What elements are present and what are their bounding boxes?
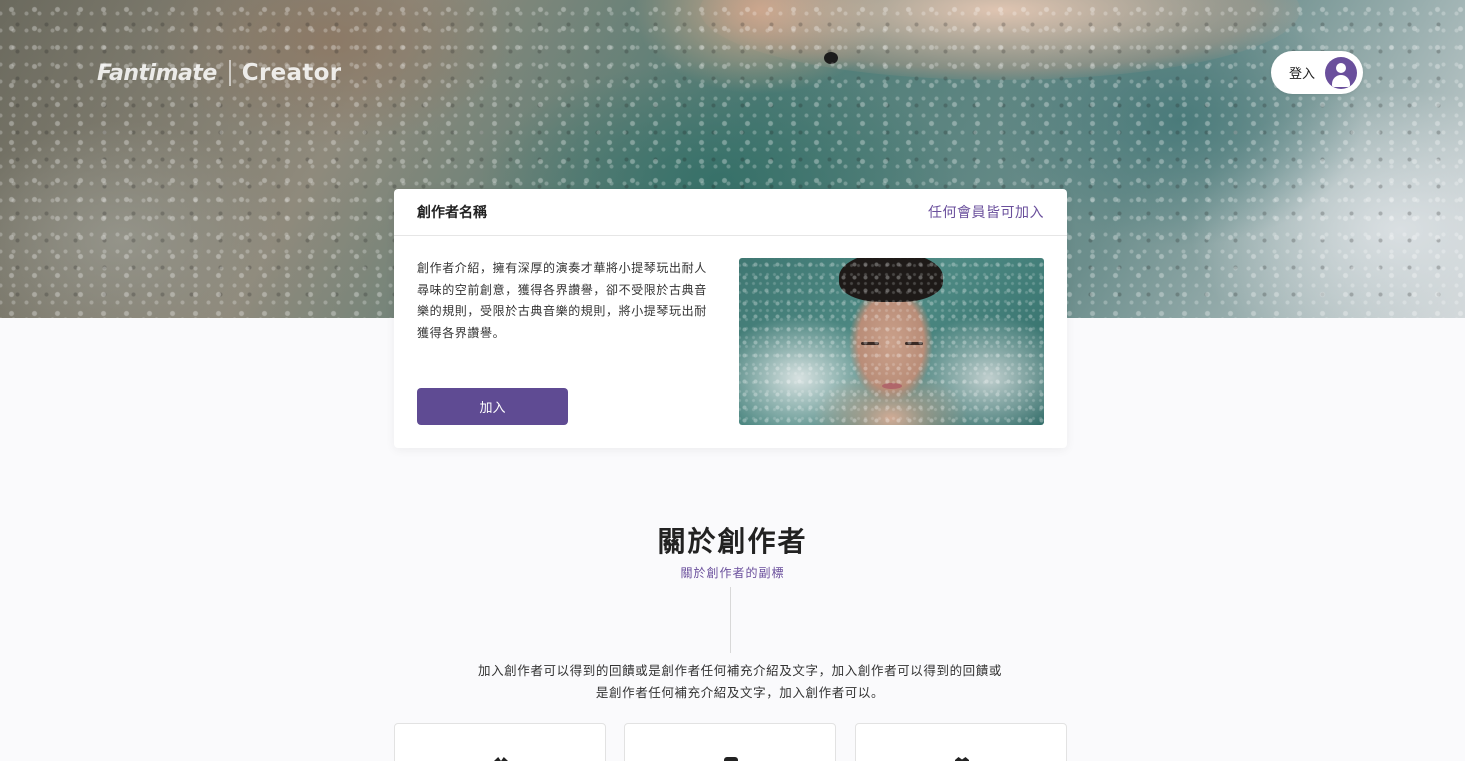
creator-photo <box>739 258 1044 425</box>
about-title: 關於創作者 <box>657 525 808 558</box>
membership-access-label: 任何會員皆可加入 <box>928 205 1044 221</box>
benefit-card <box>855 723 1067 761</box>
creator-description: 創作者介紹，擁有深厚的演奏才華將小提琴玩出耐人尋味的空前創意，獲得各界讚譽，卻不… <box>417 261 707 340</box>
about-divider <box>730 587 731 653</box>
about-text: 加入創作者可以得到的回饋或是創作者任何補充介紹及文字，加入創作者可以得到的回饋或… <box>470 660 1010 704</box>
benefit-card <box>394 723 606 761</box>
creator-name: 創作者名稱 <box>417 205 487 221</box>
about-subtitle: 關於創作者的副標 <box>680 566 785 580</box>
benefit-card <box>624 723 836 761</box>
creator-card: 創作者名稱 任何會員皆可加入 創作者介紹，擁有深厚的演奏才華將小提琴玩出耐人尋味… <box>394 189 1067 448</box>
logo[interactable]: Fantimate Creator <box>97 58 341 88</box>
logo-divider <box>228 60 231 86</box>
login-button[interactable]: 登入 <box>1271 51 1363 94</box>
badge-icon <box>724 757 738 761</box>
heart-icon <box>955 757 969 761</box>
user-avatar-icon <box>1325 56 1357 89</box>
about-text-line-1: 加入創作者可以得到的回饋或是創作者任何補充介紹及文字，加入創作者可以得到的回饋或 <box>477 663 1002 678</box>
logo-product: Creator <box>241 60 342 86</box>
join-button[interactable]: 加入 <box>417 388 568 425</box>
photo-bubbles <box>739 258 1044 425</box>
crown-icon <box>494 757 508 761</box>
login-label: 登入 <box>1288 67 1315 82</box>
logo-brand: Fantimate <box>97 60 217 86</box>
creator-card-header: 創作者名稱 任何會員皆可加入 <box>394 189 1067 236</box>
about-text-line-2: 是創作者任何補充介紹及文字，加入創作者可以。 <box>595 685 885 700</box>
